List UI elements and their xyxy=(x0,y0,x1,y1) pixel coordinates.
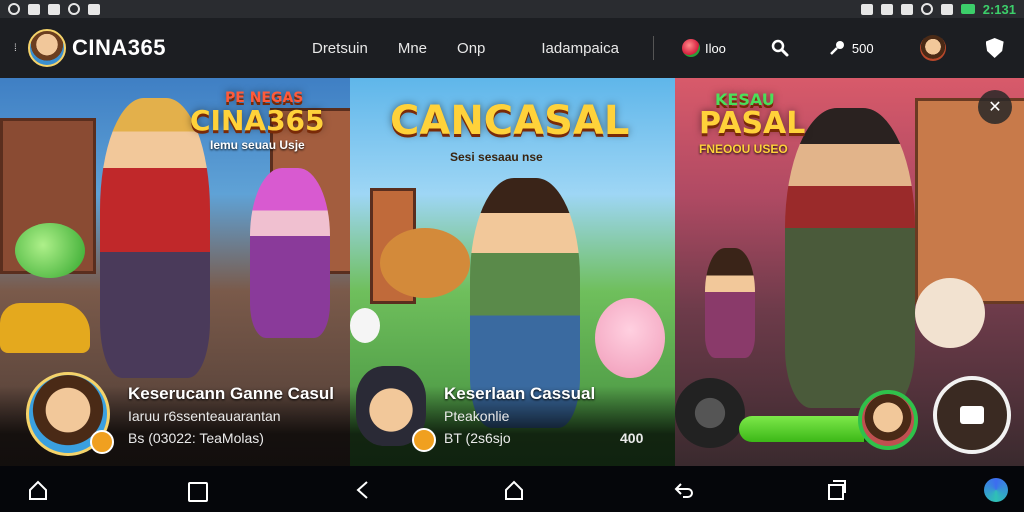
signal-icon xyxy=(940,3,953,15)
recent-apps-icon[interactable] xyxy=(188,482,208,502)
nav-item-1[interactable]: Dretsuin xyxy=(312,40,368,57)
status-left-icons xyxy=(8,3,100,15)
slime-illustration xyxy=(15,223,85,278)
card-description: Pteakonlie xyxy=(444,408,510,424)
pig-illustration xyxy=(595,298,665,378)
download-icon xyxy=(68,3,80,15)
game-card-2[interactable]: CANCASAL Sesi sesaau nse Keserlaan Cassu… xyxy=(350,78,675,466)
back-arrow-icon[interactable] xyxy=(672,478,696,502)
camera-action-button[interactable] xyxy=(933,376,1011,454)
elf-character xyxy=(250,168,330,338)
game-title: CANCASAL xyxy=(390,98,630,144)
main-nav: Dretsuin Mne Onp Iadampaica xyxy=(312,40,619,57)
wheel-illustration xyxy=(675,378,745,448)
coins-display[interactable]: Iloo xyxy=(681,39,726,57)
camera-icon xyxy=(8,3,20,15)
game-title: PASAL xyxy=(699,106,806,141)
battery-icon xyxy=(960,4,975,14)
game-subtitle: Iemu seuau Usje xyxy=(210,138,305,152)
card-meta: Bs (03022: TeaMolas) xyxy=(128,430,264,446)
badge-icon xyxy=(90,430,114,454)
home-icon[interactable] xyxy=(502,478,526,502)
user-avatar[interactable] xyxy=(919,35,946,61)
assistant-icon[interactable] xyxy=(984,478,1008,502)
hero-character xyxy=(100,98,210,378)
card-meta: BT (2s6sjo xyxy=(444,430,511,446)
brand-title[interactable]: CINA365 xyxy=(72,35,166,61)
game-subtitle: Sesi sesaau nse xyxy=(450,150,543,164)
game-title: CINA365 xyxy=(190,104,325,137)
card-count: 400 xyxy=(620,430,644,446)
status-right-icons: 2:131 xyxy=(860,1,1016,17)
key-icon xyxy=(828,38,848,58)
system-nav-bar xyxy=(0,466,1024,512)
coin-icon xyxy=(681,39,700,57)
game-card-3[interactable]: KESAU PASAL FNEOOU USEO ✕ xyxy=(675,78,1024,466)
app-header: ⁞ CINA365 Dretsuin Mne Onp Iadampaica Il… xyxy=(0,18,1024,78)
warrior-character xyxy=(785,108,915,408)
nav-item-4[interactable]: Iadampaica xyxy=(541,40,619,57)
dog-illustration xyxy=(915,278,985,348)
nav-item-2[interactable]: Mne xyxy=(398,40,427,57)
car-illustration xyxy=(0,303,90,353)
notify-icon xyxy=(88,3,100,15)
home-icon[interactable] xyxy=(26,478,50,502)
sheep-illustration xyxy=(350,308,380,343)
progress-fill xyxy=(739,416,864,442)
building-illustration xyxy=(915,98,1024,304)
image-icon xyxy=(28,3,40,15)
player-avatar[interactable] xyxy=(858,390,918,450)
camera-icon xyxy=(960,406,984,424)
guitar-illustration xyxy=(380,228,470,298)
vibrate-icon xyxy=(880,3,893,15)
bluetooth-icon xyxy=(860,3,873,15)
menu-icon[interactable]: ⁞ xyxy=(14,43,22,54)
coins-value: Iloo xyxy=(704,40,726,56)
logo-avatar[interactable] xyxy=(28,29,66,67)
search-icon[interactable] xyxy=(770,38,790,58)
key-display[interactable]: 500 xyxy=(828,38,874,58)
game-subtitle: FNEOOU USEO xyxy=(699,142,788,156)
key-value: 500 xyxy=(851,40,874,56)
status-bar: 2:131 xyxy=(0,0,1024,18)
card-description: Iaruu r6ssenteauarantan xyxy=(128,408,281,424)
header-divider xyxy=(652,36,654,60)
game-carousel: PE NEGAS CINA365 Iemu seuau Usje Keseruc… xyxy=(0,78,1024,466)
card-title: Keserucann Ganne Casul xyxy=(128,384,334,403)
status-time: 2:131 xyxy=(982,1,1016,17)
nav-item-3[interactable]: Onp xyxy=(457,40,485,57)
badge-icon xyxy=(412,428,436,452)
girl-character xyxy=(705,248,755,358)
shield-icon[interactable] xyxy=(985,38,1004,58)
alert-icon xyxy=(48,3,60,15)
game-card-1[interactable]: PE NEGAS CINA365 Iemu seuau Usje Keseruc… xyxy=(0,78,350,466)
close-icon[interactable]: ✕ xyxy=(978,90,1012,124)
info-icon xyxy=(900,3,913,15)
back-icon[interactable] xyxy=(352,478,376,502)
recent-apps-icon[interactable] xyxy=(824,478,848,502)
card-title: Keserlaan Cassual xyxy=(444,384,596,403)
wifi-icon xyxy=(920,3,933,15)
